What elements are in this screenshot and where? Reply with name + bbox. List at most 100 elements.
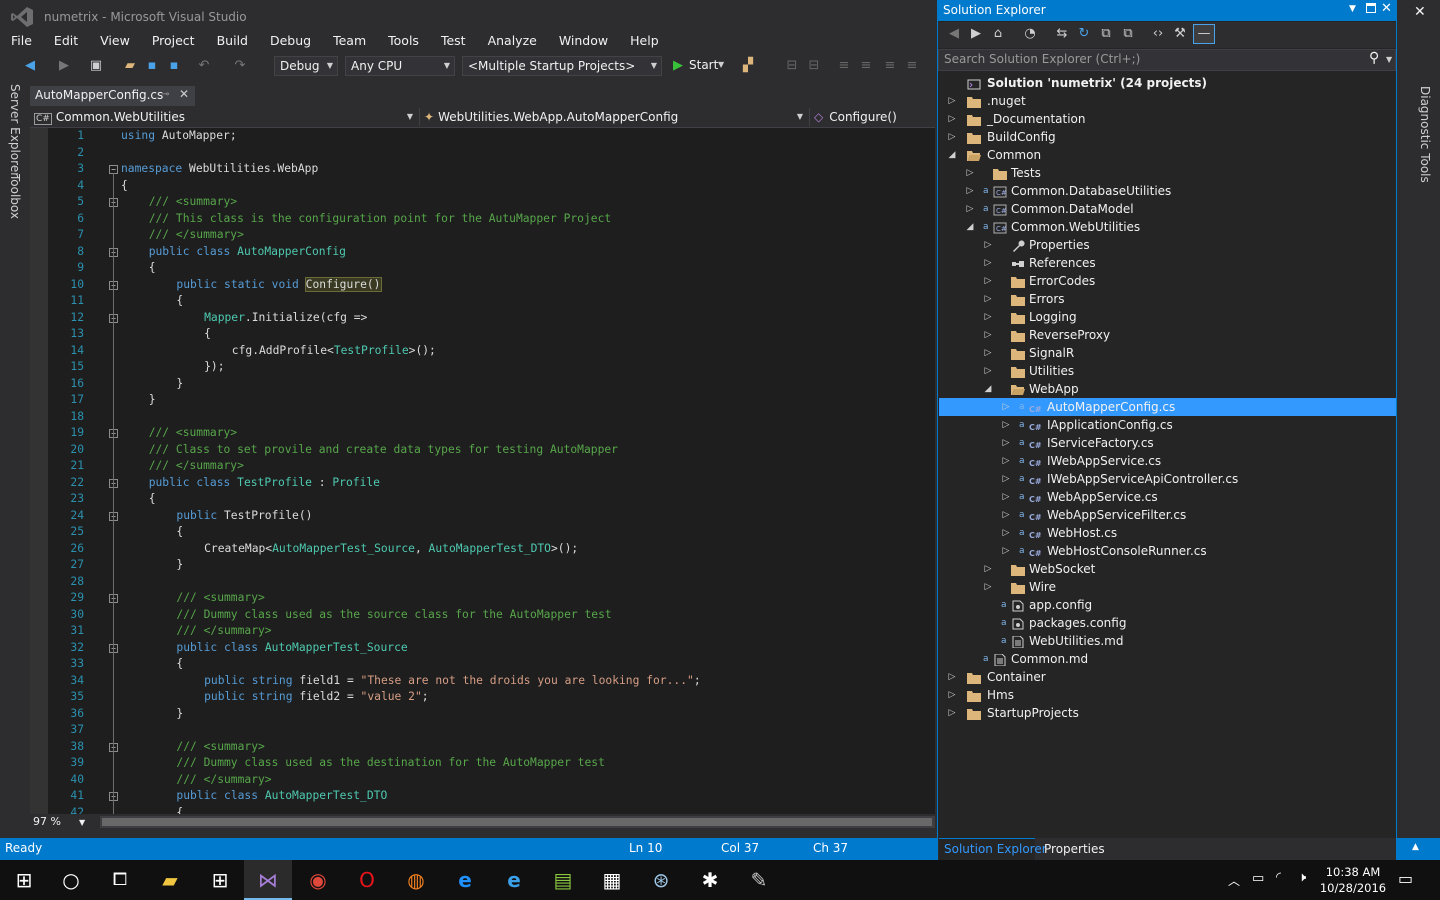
code-line[interactable]: 11 { (30, 293, 935, 310)
code-line[interactable]: 21 /// </summary> (30, 458, 935, 475)
tree-item[interactable]: ▷ C# a IApplicationConfig.cs (939, 416, 1396, 434)
code-line[interactable]: 1 using AutoMapper; (30, 128, 935, 145)
collapsed-arrow-icon[interactable]: ▷ (1001, 434, 1011, 452)
code-line[interactable]: 22−public class TestProfile : Profile (30, 475, 935, 492)
properties-icon[interactable]: ⚒ (1172, 26, 1188, 42)
collapsed-arrow-icon[interactable]: ▷ (947, 704, 957, 722)
tree-item[interactable]: ▷ C# a Common.DatabaseUtilities (939, 182, 1396, 200)
window-close-icon[interactable]: ✕ (1414, 4, 1426, 20)
bookmark-icon[interactable]: ⊟ (784, 58, 800, 74)
tab-solution-explorer[interactable]: Solution Explorer (944, 842, 1047, 856)
calculator-icon[interactable]: ▦ (588, 860, 636, 900)
menu-team[interactable]: Team (322, 32, 377, 52)
save-all-icon[interactable]: ▪ (166, 58, 182, 74)
battery-icon[interactable]: ▭ (1252, 871, 1264, 886)
code-line[interactable]: 31 /// </summary> (30, 623, 935, 640)
opera-icon[interactable]: O (343, 860, 391, 900)
menu-debug[interactable]: Debug (259, 32, 322, 52)
bookmark-next-icon[interactable]: ⊟ (806, 58, 822, 74)
cortana-search-icon[interactable]: ○ (47, 860, 95, 900)
tree-item[interactable]: Solution 'numetrix' (24 projects) (939, 74, 1396, 92)
tree-item[interactable]: ▷ C# a IServiceFactory.cs (939, 434, 1396, 452)
code-line[interactable]: 9{ (30, 260, 935, 277)
collapsed-arrow-icon[interactable]: ▷ (947, 668, 957, 686)
collapsed-arrow-icon[interactable]: ▷ (1001, 470, 1011, 488)
code-line[interactable]: 6 /// This class is the configuration poi… (30, 211, 935, 228)
close-tab-icon[interactable]: ✕ (179, 87, 189, 101)
collapsed-arrow-icon[interactable]: ▷ (983, 236, 993, 254)
chrome-icon[interactable]: ◉ (294, 860, 342, 900)
undo-icon[interactable]: ↶ (196, 58, 212, 74)
tree-item[interactable]: ▷ C# a IWebAppService.cs (939, 452, 1396, 470)
tree-item[interactable]: ▷ C# a AutoMapperConfig.cs (939, 398, 1396, 416)
edge-icon[interactable]: e (441, 860, 489, 900)
tree-item[interactable]: ◢ WebApp (939, 380, 1396, 398)
wifi-icon[interactable]: ◜ (1276, 870, 1281, 885)
back-icon[interactable]: ◀ (946, 26, 962, 42)
tree-item[interactable]: ▷ BuildConfig (939, 128, 1396, 146)
code-line[interactable]: 35 public string field2 = "value 2"; (30, 689, 935, 706)
start-debugging-icon[interactable]: ▶ (670, 58, 686, 74)
forward-icon[interactable]: ▶ (56, 58, 72, 74)
internet-explorer-icon[interactable]: e (490, 860, 538, 900)
menu-view[interactable]: View (89, 32, 141, 52)
code-line[interactable]: 32−public class AutoMapperTest_Source (30, 640, 935, 657)
code-line[interactable]: 12−Mapper.Initialize(cfg => (30, 310, 935, 327)
tree-item[interactable]: ▷ _Documentation (939, 110, 1396, 128)
firefox-icon[interactable]: ◍ (392, 860, 440, 900)
code-line[interactable]: 20 /// Class to set provile and create da… (30, 442, 935, 459)
tree-item[interactable]: ▷ Errors (939, 290, 1396, 308)
pending-changes-filter-icon[interactable]: ◔ (1022, 26, 1038, 42)
type-dropdown[interactable]: ✦ WebUtilities.WebApp.AutoMapperConfig ▼ (424, 108, 810, 126)
store-icon[interactable]: ⊞ (196, 860, 244, 900)
tree-item[interactable]: ▷ C# a WebHost.cs (939, 524, 1396, 542)
expanded-arrow-icon[interactable]: ◢ (965, 218, 975, 236)
slack-icon[interactable]: ✱ (686, 860, 734, 900)
menu-file[interactable]: File (0, 32, 43, 52)
maximize-icon[interactable] (1366, 3, 1376, 13)
code-line[interactable]: 28 (30, 574, 935, 591)
view-code-icon[interactable]: ‹› (1150, 26, 1166, 42)
refresh-icon[interactable]: ↻ (1076, 26, 1092, 42)
collapsed-arrow-icon[interactable]: ▷ (983, 578, 993, 596)
collapsed-arrow-icon[interactable]: ▷ (983, 344, 993, 362)
collapsed-arrow-icon[interactable]: ▷ (983, 362, 993, 380)
menu-help[interactable]: Help (619, 32, 670, 52)
menu-test[interactable]: Test (430, 32, 477, 52)
collapsed-arrow-icon[interactable]: ▷ (983, 272, 993, 290)
startup-project-dropdown[interactable]: <Multiple Startup Projects> ▼ (462, 56, 662, 76)
tree-item[interactable]: ▷ Utilities (939, 362, 1396, 380)
collapsed-arrow-icon[interactable]: ▷ (1001, 416, 1011, 434)
open-file-icon[interactable]: ▰ (122, 58, 138, 74)
forward-icon[interactable]: ▶ (968, 26, 984, 42)
collapsed-arrow-icon[interactable]: ▷ (1001, 488, 1011, 506)
code-line[interactable]: 41−public class AutoMapperTest_DTO (30, 788, 935, 805)
code-line[interactable]: 2 (30, 145, 935, 162)
tree-item[interactable]: ▷ Container (939, 668, 1396, 686)
taskbar-clock[interactable]: 10:38 AM 10/28/2016 (1318, 864, 1388, 896)
project-dropdown[interactable]: C# Common.WebUtilities ▼ (34, 108, 420, 126)
code-line[interactable]: 7 /// </summary> (30, 227, 935, 244)
web-platform-icon[interactable]: ⊛ (637, 860, 685, 900)
comment-icon[interactable]: ≡ (882, 58, 898, 74)
menu-build[interactable]: Build (206, 32, 259, 52)
code-line[interactable]: 14 cfg.AddProfile<TestProfile>(); (30, 343, 935, 360)
collapsed-arrow-icon[interactable]: ▷ (1001, 506, 1011, 524)
collapsed-arrow-icon[interactable]: ▷ (983, 308, 993, 326)
chevron-down-icon[interactable]: ▼ (718, 60, 724, 69)
tree-item[interactable]: ▷ StartupProjects (939, 704, 1396, 722)
tree-item[interactable]: ◢ Common (939, 146, 1396, 164)
tree-item[interactable]: ▷ Wire (939, 578, 1396, 596)
tab-properties[interactable]: Properties (1044, 842, 1105, 856)
collapsed-arrow-icon[interactable]: ▷ (947, 92, 957, 110)
code-line[interactable]: 5−/// <summary> (30, 194, 935, 211)
collapsed-arrow-icon[interactable]: ▷ (965, 200, 975, 218)
code-line[interactable]: 38−/// <summary> (30, 739, 935, 756)
menu-window[interactable]: Window (548, 32, 619, 52)
collapsed-arrow-icon[interactable]: ▷ (947, 686, 957, 704)
indent-icon[interactable]: ≡ (858, 58, 874, 74)
code-line[interactable]: 19−/// <summary> (30, 425, 935, 442)
code-line[interactable]: 27} (30, 557, 935, 574)
menu-edit[interactable]: Edit (43, 32, 89, 52)
code-line[interactable]: 18 (30, 409, 935, 426)
